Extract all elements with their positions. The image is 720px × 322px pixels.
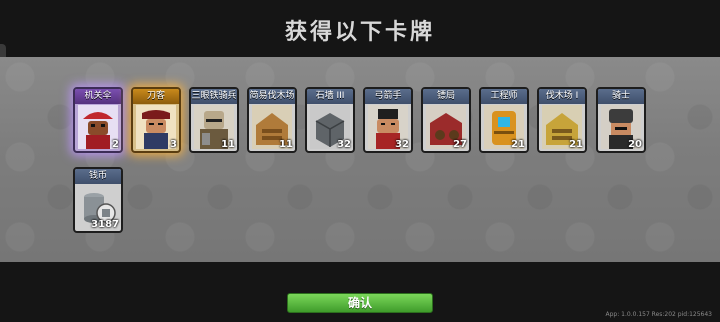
card-swordsman[interactable]: 刀客 3 (131, 87, 181, 153)
card-three-eye-cavalry[interactable]: 三眼铁骑兵 11 (189, 87, 239, 153)
card-lumber-yard-1[interactable]: 伐木场 I 21 (537, 87, 587, 153)
card-count: 3 (170, 139, 177, 150)
card-label: 机关伞 (75, 89, 121, 104)
card-count: 32 (395, 139, 409, 150)
card-count: 11 (221, 139, 235, 150)
card-label: 刀客 (133, 89, 179, 104)
card-label: 镖局 (423, 89, 469, 104)
card-count: 3187 (91, 219, 119, 230)
card-count: 21 (511, 139, 525, 150)
card-count: 32 (337, 139, 351, 150)
card-label: 钱币 (75, 169, 121, 184)
card-mechanism-umbrella[interactable]: 机关伞 2 (73, 87, 123, 153)
card-label: 三眼铁骑兵 (191, 89, 237, 104)
card-engineer[interactable]: 工程师 21 (479, 87, 529, 153)
card-count: 20 (628, 139, 642, 150)
card-count: 11 (279, 139, 293, 150)
card-escort-agency[interactable]: 镖局 27 (421, 87, 471, 153)
card-label: 简易伐木场 (249, 89, 295, 104)
version-info: App: 1.0.0.157 Res:202 pid:125643 (605, 311, 713, 318)
card-label: 工程师 (481, 89, 527, 104)
card-label: 石墙 III (307, 89, 353, 104)
reward-panel: 机关伞 2 刀客 3 三眼铁骑兵 11 简易伐木场 11 石墙 III 32 弓… (0, 57, 720, 262)
confirm-button[interactable]: 确认 (287, 293, 433, 313)
card-stone-wall-3[interactable]: 石墙 III 32 (305, 87, 355, 153)
card-label: 弓箭手 (365, 89, 411, 104)
card-coins[interactable]: 钱币 3187 (73, 167, 123, 233)
card-count: 2 (112, 139, 119, 150)
card-knight[interactable]: 骑士 20 (596, 87, 646, 153)
card-label: 骑士 (598, 89, 644, 104)
card-archer[interactable]: 弓箭手 32 (363, 87, 413, 153)
card-count: 27 (453, 139, 467, 150)
card-simple-lumber-yard[interactable]: 简易伐木场 11 (247, 87, 297, 153)
card-count: 21 (569, 139, 583, 150)
page-title: 获得以下卡牌 (284, 20, 435, 45)
card-label: 伐木场 I (539, 89, 585, 104)
